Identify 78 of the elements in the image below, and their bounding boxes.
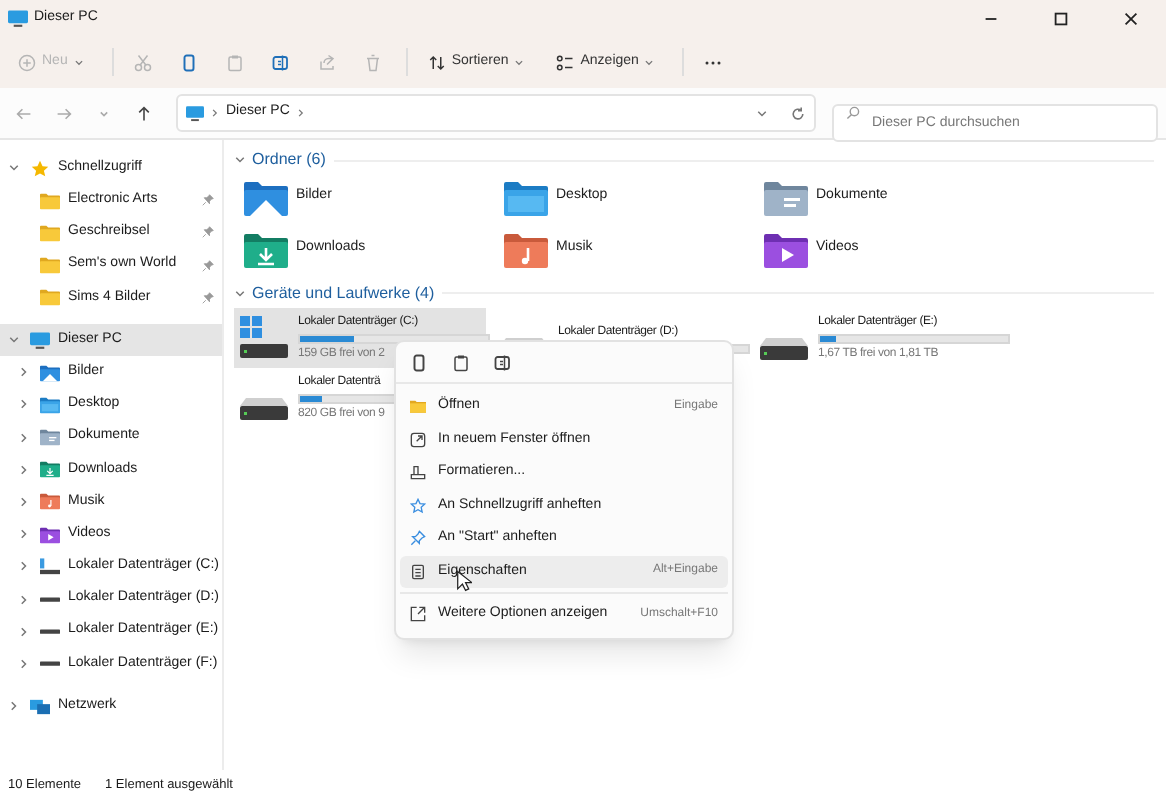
pin-icon (202, 226, 214, 239)
rename-icon[interactable] (494, 354, 512, 372)
star-icon (410, 497, 426, 514)
folder-icon (40, 288, 60, 307)
collapse-chevron-icon[interactable] (18, 366, 30, 379)
pin-icon (202, 259, 214, 272)
chevron-icon (234, 154, 246, 166)
clipboard-icon (225, 53, 244, 71)
folder-icon (410, 398, 426, 415)
plus-circle-icon (18, 53, 36, 71)
clipboard-icon[interactable] (452, 354, 470, 372)
caret-icon (73, 57, 84, 67)
chevron-icon (234, 288, 246, 300)
drive-icon (760, 337, 808, 359)
collapse-chevron-icon[interactable] (18, 495, 30, 508)
back-arrow-icon[interactable] (16, 105, 32, 121)
expand-icon (410, 606, 426, 623)
music-folder-icon (40, 492, 60, 511)
trash-icon (363, 53, 382, 71)
dropdown-icon[interactable] (756, 107, 768, 119)
drive-icon (240, 397, 288, 419)
collapse-chevron-icon[interactable] (18, 431, 30, 444)
monitor-icon (186, 105, 204, 121)
expand-chevron-icon[interactable] (8, 162, 20, 175)
pin-icon (410, 530, 426, 547)
video-folder-icon (764, 232, 808, 268)
windows-drive-icon (40, 557, 60, 576)
windows-drive-icon (240, 316, 288, 360)
picture-folder-icon (40, 363, 60, 382)
copy-icon (179, 53, 198, 71)
refresh-icon[interactable] (790, 105, 806, 121)
video-folder-icon (40, 525, 60, 544)
download-folder-icon (244, 232, 288, 268)
section-header[interactable]: Ordner (6) (234, 146, 326, 174)
document-folder-icon (764, 180, 808, 216)
drive-outline-icon (410, 464, 426, 481)
section-header[interactable]: Geräte und Laufwerke (4) (234, 280, 435, 308)
share-icon (317, 53, 336, 71)
chevron-icon (295, 108, 306, 118)
music-folder-icon (504, 232, 548, 268)
maximize-icon[interactable] (1052, 9, 1070, 27)
collapse-chevron-icon[interactable] (18, 463, 30, 476)
desktop-folder-icon (504, 180, 548, 216)
picture-folder-icon (244, 180, 288, 216)
search-icon (846, 106, 860, 120)
list-view-icon (556, 53, 575, 71)
copy-icon[interactable] (410, 354, 428, 372)
caret-icon (514, 57, 525, 67)
caret-icon (644, 57, 655, 67)
rename-icon (271, 53, 290, 71)
close-icon[interactable] (1122, 9, 1140, 27)
sort-arrows-icon (427, 53, 446, 71)
expand-chevron-icon[interactable] (8, 334, 20, 347)
pin-icon (202, 194, 214, 207)
monitor-icon (8, 9, 28, 27)
collapse-chevron-icon[interactable] (18, 625, 30, 638)
folder-icon (40, 256, 60, 275)
collapse-chevron-icon[interactable] (18, 560, 30, 573)
collapse-chevron-icon[interactable] (8, 700, 20, 713)
download-folder-icon (40, 460, 60, 479)
collapse-chevron-icon[interactable] (18, 657, 30, 670)
network-icon (30, 697, 50, 716)
desktop-folder-icon (40, 395, 60, 414)
folder-icon (40, 191, 60, 210)
scissors-icon (133, 53, 152, 71)
pin-icon (202, 291, 214, 304)
monitor-icon (30, 331, 50, 350)
up-arrow-icon[interactable] (136, 105, 152, 121)
forward-arrow-icon[interactable] (56, 105, 72, 121)
properties-icon (410, 563, 426, 580)
collapse-chevron-icon[interactable] (18, 593, 30, 606)
document-folder-icon (40, 428, 60, 447)
folder-icon (40, 223, 60, 242)
collapse-chevron-icon[interactable] (18, 398, 30, 411)
star-icon (30, 159, 50, 178)
chevron-icon (210, 108, 220, 118)
new-window-icon (410, 431, 426, 448)
collapse-chevron-icon[interactable] (18, 528, 30, 541)
